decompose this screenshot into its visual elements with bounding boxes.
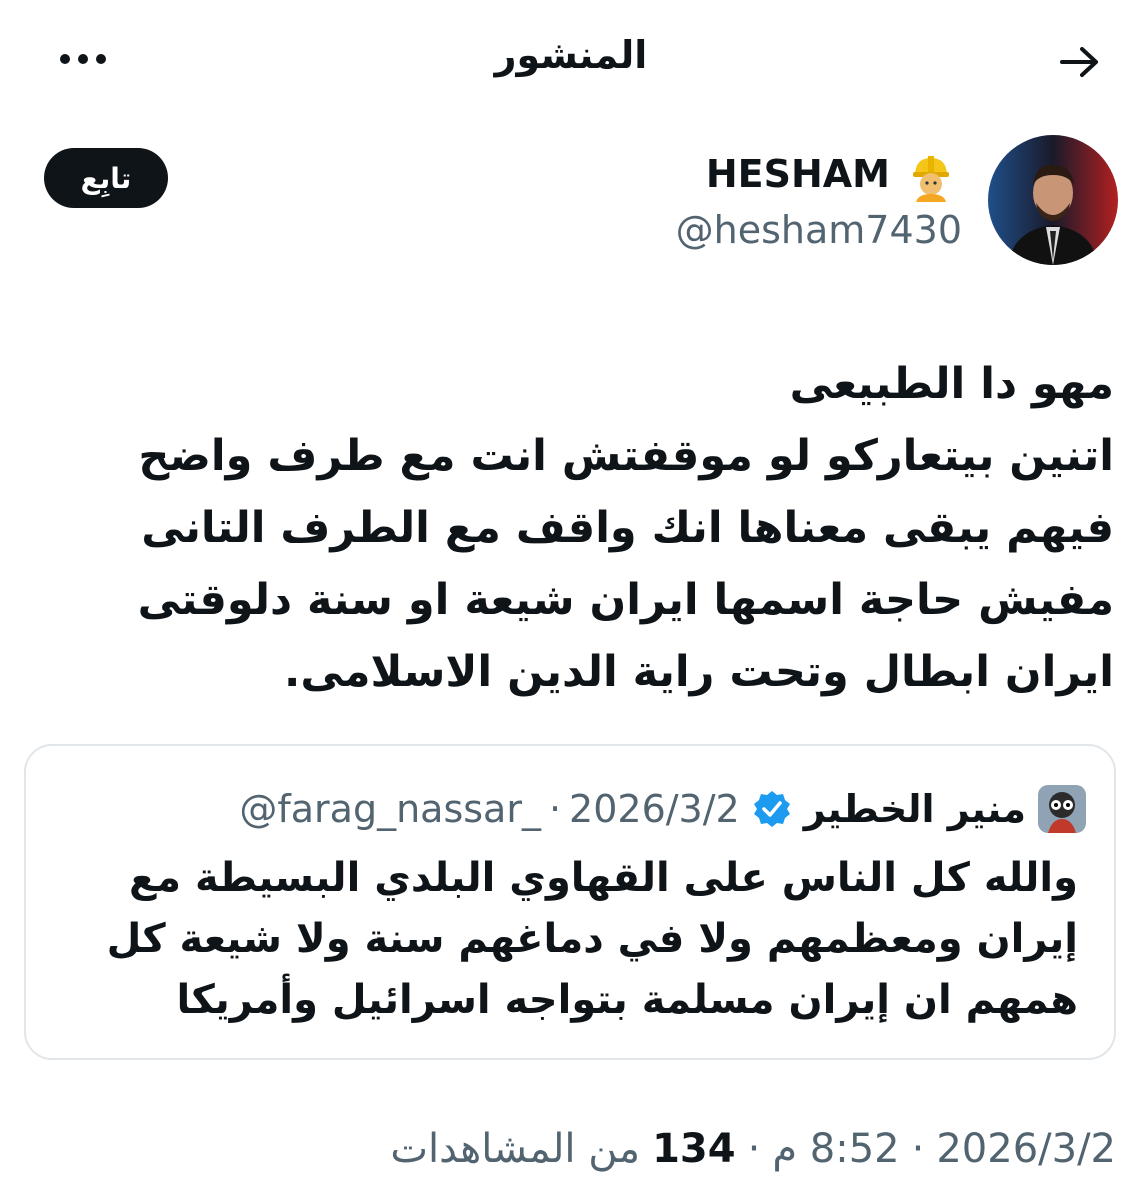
post-time[interactable]: 8:52 م xyxy=(772,1126,899,1172)
more-dot xyxy=(96,54,106,64)
construction-worker-icon xyxy=(908,152,954,202)
quoted-post-header: منير الخطير @farag_nassar_ · 2026/3/2 xyxy=(239,784,1086,834)
post-body: مهو دا الطبيعى اتنين بيتعاركو لو موقفتش … xyxy=(24,348,1114,708)
post-date[interactable]: 2026/3/2 xyxy=(936,1126,1116,1172)
follow-button[interactable]: تابِع xyxy=(44,148,168,208)
quoted-author-avatar xyxy=(1038,785,1086,833)
page-title: المنشور xyxy=(494,33,648,77)
verified-badge-icon xyxy=(752,789,792,829)
post-line: مهو دا الطبيعى xyxy=(789,359,1114,409)
author-display-name[interactable]: HESHAM xyxy=(706,152,890,196)
views-count[interactable]: 134 xyxy=(652,1126,736,1172)
post-line: اتنين بيتعاركو لو موقفتش انت مع طرف واضح xyxy=(138,431,1114,481)
meta-separator: · xyxy=(548,787,562,831)
post-line: فيهم يبقى معناها انك واقف مع الطرف التان… xyxy=(141,503,1114,553)
meta-separator: · xyxy=(911,1126,925,1172)
more-options-button[interactable] xyxy=(60,44,120,74)
views-label: من المشاهدات xyxy=(390,1126,641,1172)
quoted-line: إيران ومعظمهم ولا في دماغهم سنة ولا شيعة… xyxy=(106,916,1078,962)
quoted-line: والله كل الناس على القهاوي البلدي البسيط… xyxy=(128,855,1078,901)
avatar-image xyxy=(988,135,1118,265)
post-line: مفيش حاجة اسمها ايران شيعة او سنة دلوقتى xyxy=(137,575,1114,625)
post-meta: 2026/3/2 · 8:52 م · 134 من المشاهدات xyxy=(390,1126,1116,1172)
author-avatar[interactable] xyxy=(988,135,1118,265)
top-bar: المنشور xyxy=(0,0,1142,120)
quoted-line: همهم ان إيران مسلمة بتواجه اسرائيل وأمري… xyxy=(176,977,1078,1023)
quoted-post-card[interactable]: منير الخطير @farag_nassar_ · 2026/3/2 وا… xyxy=(24,744,1116,1060)
quoted-author-handle: @farag_nassar_ xyxy=(239,787,541,831)
quoted-post-body: والله كل الناس على القهاوي البلدي البسيط… xyxy=(58,848,1078,1031)
more-dot xyxy=(78,54,88,64)
quoted-author-name: منير الخطير xyxy=(803,787,1026,831)
quoted-post-date: 2026/3/2 xyxy=(569,787,740,831)
quoted-post-meta: @farag_nassar_ · 2026/3/2 xyxy=(239,787,739,831)
author-handle[interactable]: @hesham7430 xyxy=(676,208,962,252)
more-horizontal-icon xyxy=(60,54,70,64)
post-line: ايران ابطال وتحت راية الدين الاسلامى. xyxy=(284,647,1114,697)
meta-separator: · xyxy=(747,1126,761,1172)
